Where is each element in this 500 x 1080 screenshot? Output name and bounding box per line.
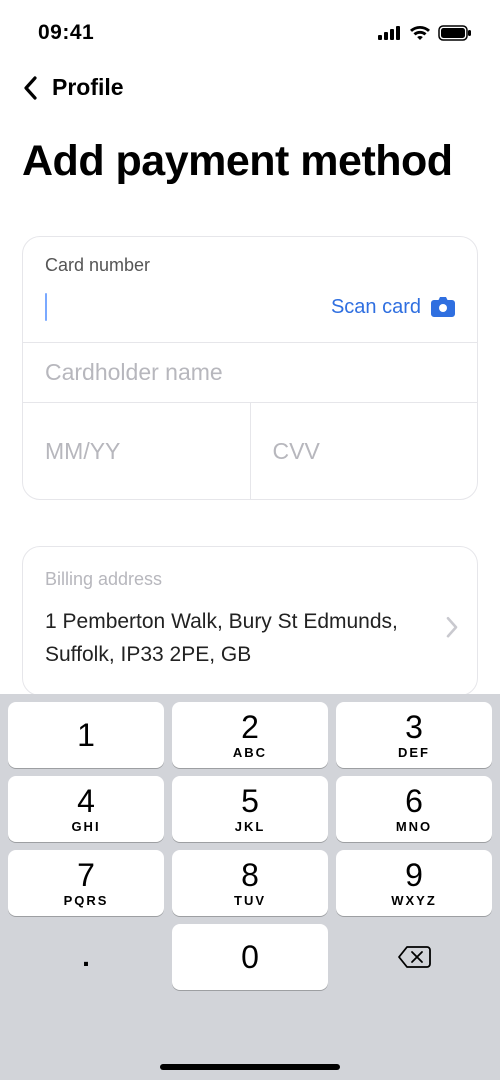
key-3[interactable]: 3 DEF [336,702,492,768]
key-5-digit: 5 [241,785,259,817]
text-cursor [45,293,47,321]
key-7-digit: 7 [77,859,95,891]
key-8-letters: TUV [234,893,266,908]
key-4-letters: GHI [71,819,100,834]
key-0[interactable]: 0 [172,924,328,990]
expiry-field[interactable]: MM/YY [23,403,250,499]
key-5[interactable]: 5 JKL [172,776,328,842]
key-3-letters: DEF [398,745,430,760]
chevron-left-icon [22,75,38,101]
cellular-icon [378,26,402,40]
key-9[interactable]: 9 WXYZ [336,850,492,916]
numeric-keypad: 1 2 ABC 3 DEF 4 GHI 5 JKL 6 MNO 7 PQRS 8 TUV 9 WXYZ . 0 [0,694,500,1080]
key-4-digit: 4 [77,785,95,817]
key-0-digit: 0 [241,941,259,973]
key-1[interactable]: 1 [8,702,164,768]
key-2-digit: 2 [241,711,259,743]
chevron-right-icon [445,615,459,644]
cvv-placeholder: CVV [273,438,320,465]
billing-value: 1 Pemberton Walk, Bury St Edmunds, Suffo… [45,606,455,671]
cardholder-placeholder: Cardholder name [45,359,223,386]
status-bar: 09:41 [0,0,500,52]
key-2-letters: ABC [233,745,267,760]
home-indicator[interactable] [160,1064,340,1070]
status-time: 09:41 [38,21,94,45]
back-nav[interactable]: Profile [0,52,500,111]
card-number-label: Card number [45,255,455,276]
expiry-placeholder: MM/YY [45,438,120,465]
card-form: Card number Scan card Cardholder name MM… [22,236,478,500]
scan-card-button[interactable]: Scan card [331,296,455,319]
key-3-digit: 3 [405,711,423,743]
camera-icon [431,297,455,317]
key-period-label: . [82,941,90,973]
key-7-letters: PQRS [64,893,109,908]
key-5-letters: JKL [235,819,266,834]
cardholder-name-field[interactable]: Cardholder name [23,342,477,402]
key-6-digit: 6 [405,785,423,817]
key-6-letters: MNO [396,819,432,834]
key-1-digit: 1 [77,719,95,751]
scan-card-label: Scan card [331,296,421,319]
key-9-digit: 9 [405,859,423,891]
key-6[interactable]: 6 MNO [336,776,492,842]
key-8-digit: 8 [241,859,259,891]
key-period[interactable]: . [8,924,164,990]
key-9-letters: WXYZ [391,893,437,908]
key-delete[interactable] [336,924,492,990]
key-2[interactable]: 2 ABC [172,702,328,768]
backspace-icon [397,945,431,969]
battery-icon [438,25,472,41]
page-title: Add payment method [0,111,500,194]
billing-address-row[interactable]: Billing address 1 Pemberton Walk, Bury S… [22,546,478,696]
status-icons [378,25,472,41]
key-7[interactable]: 7 PQRS [8,850,164,916]
card-number-field[interactable]: Card number Scan card [23,237,477,342]
key-4[interactable]: 4 GHI [8,776,164,842]
wifi-icon [409,25,431,41]
cvv-field[interactable]: CVV [250,403,478,499]
key-8[interactable]: 8 TUV [172,850,328,916]
back-label: Profile [52,74,124,101]
billing-label: Billing address [45,569,455,590]
